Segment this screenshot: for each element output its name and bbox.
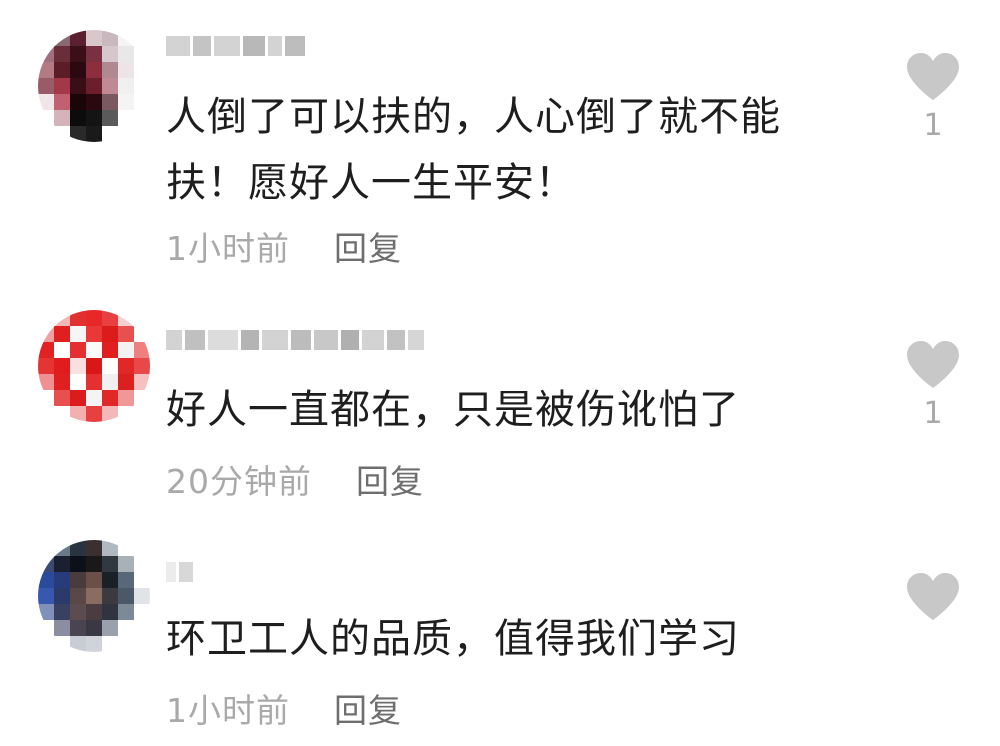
comment-time: 1小时前 [166, 691, 290, 730]
username-blurred[interactable] [166, 34, 305, 58]
like-count: 1 [923, 108, 943, 143]
reply-button[interactable]: 回复 [356, 455, 424, 503]
comment-meta: 1小时前 回复 [166, 222, 402, 270]
comment-text: 环卫工人的品质，值得我们学习 [166, 616, 740, 662]
comment-time: 1小时前 [166, 229, 290, 268]
heart-icon [907, 53, 959, 100]
comment-text: 好人一直都在，只是被伤讹怕了 [166, 387, 740, 433]
reply-button[interactable]: 回复 [334, 684, 402, 732]
avatar-mosaic [38, 310, 150, 422]
heart-icon [907, 573, 959, 620]
comment-meta: 1小时前 回复 [166, 684, 402, 732]
username-blurred[interactable] [166, 328, 424, 352]
avatar-mosaic [38, 540, 150, 652]
comment-meta: 20分钟前 回复 [166, 455, 424, 503]
comment-time: 20分钟前 [166, 462, 312, 501]
heart-icon [907, 341, 959, 388]
avatar[interactable] [38, 310, 150, 422]
like-button[interactable] [904, 572, 962, 628]
username-blurred[interactable] [166, 560, 193, 584]
avatar[interactable] [38, 540, 150, 652]
avatar[interactable] [38, 30, 150, 142]
avatar-mosaic [38, 30, 150, 142]
like-button[interactable]: 1 [904, 52, 962, 143]
like-count: 1 [923, 396, 943, 431]
reply-button[interactable]: 回复 [334, 222, 402, 270]
like-button[interactable]: 1 [904, 340, 962, 431]
comment-text: 人倒了可以扶的，人心倒了就不能扶！愿好人一生平安！ [166, 94, 781, 206]
